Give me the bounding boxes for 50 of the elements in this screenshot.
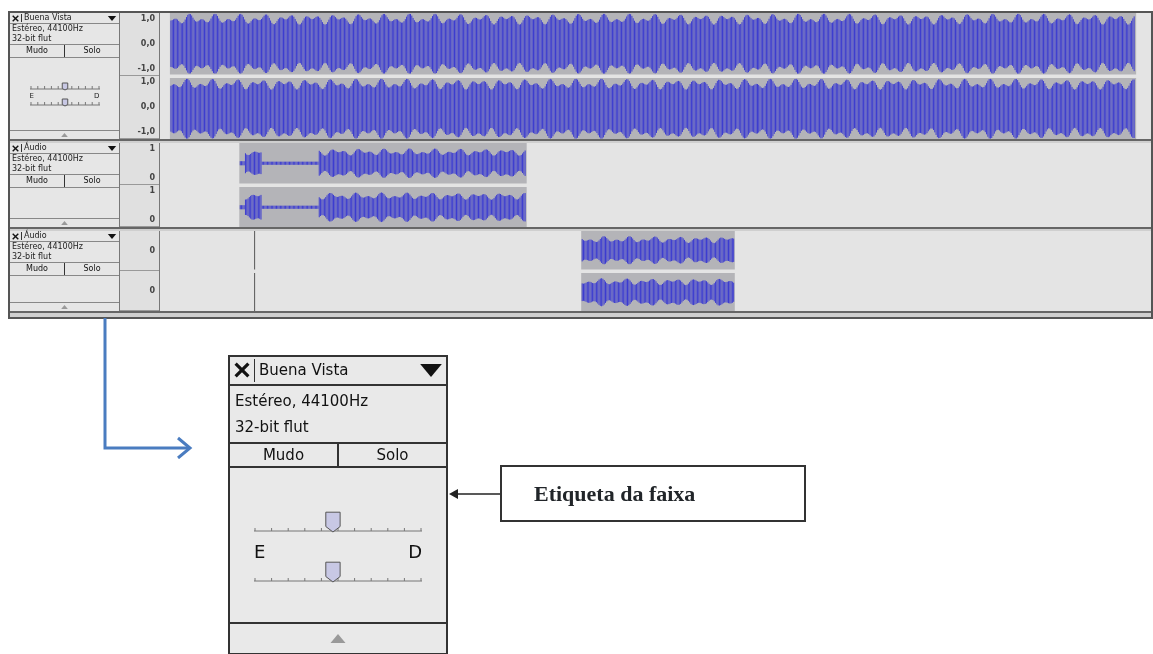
track-format: Estéreo, 44100Hz xyxy=(12,155,84,163)
slider-thumb[interactable] xyxy=(61,82,68,91)
scale-label: 1,0 xyxy=(140,13,155,25)
pointer-arrow xyxy=(449,488,501,500)
track-bit-depth: 32-bit flut xyxy=(12,165,53,173)
pan-right-label: D xyxy=(408,542,422,561)
gain-slider[interactable] xyxy=(29,80,100,91)
track-bit-depth: 32-bit flut xyxy=(12,253,53,261)
track-name[interactable]: Buena Vista xyxy=(21,14,105,22)
pan-left-label: E xyxy=(254,542,266,561)
collapse-arrow-icon[interactable] xyxy=(329,634,347,643)
close-icon[interactable] xyxy=(12,14,19,22)
track-bit-depth: 32-bit flut xyxy=(235,416,310,438)
annotation-label: Etiqueta da faixa xyxy=(500,465,806,522)
close-icon[interactable] xyxy=(234,362,250,379)
audio-clip[interactable] xyxy=(169,13,1137,75)
collapse-arrow-icon[interactable] xyxy=(61,133,68,137)
scale-label: 0 xyxy=(149,284,155,297)
track-format: Estéreo, 44100Hz xyxy=(235,390,370,412)
slider-thumb[interactable] xyxy=(325,511,341,533)
track-name[interactable]: Buena Vista xyxy=(254,359,416,382)
pan-slider[interactable] xyxy=(29,96,100,107)
scale-label: 0,0 xyxy=(140,38,155,50)
dropdown-caret-icon[interactable] xyxy=(420,363,442,377)
slider-thumb[interactable] xyxy=(61,98,68,107)
track-format: Estéreo, 44100Hz xyxy=(12,243,84,251)
scale-label: 0 xyxy=(149,214,155,226)
collapse-arrow-icon[interactable] xyxy=(61,305,68,309)
track-bit-depth: 32-bit flut xyxy=(12,35,53,43)
scale-label: 0 xyxy=(149,172,155,184)
scale-label: 1 xyxy=(149,185,155,197)
audio-clip[interactable] xyxy=(581,231,735,270)
audio-clip[interactable] xyxy=(581,272,735,311)
audio-clip[interactable] xyxy=(239,143,527,184)
scale-label: -1,0 xyxy=(137,63,155,75)
scale-label: 1,0 xyxy=(140,76,155,88)
audio-clip[interactable] xyxy=(239,186,527,227)
dropdown-caret-icon[interactable] xyxy=(107,233,117,239)
scale-label: 1 xyxy=(149,143,155,155)
collapse-arrow-icon[interactable] xyxy=(61,221,68,225)
close-icon[interactable] xyxy=(12,232,19,240)
track-format: Estéreo, 44100Hz xyxy=(12,25,84,33)
slider-thumb[interactable] xyxy=(325,561,341,583)
scale-label: 0,0 xyxy=(140,101,155,113)
dropdown-caret-icon[interactable] xyxy=(107,145,117,151)
scale-label: -1,0 xyxy=(137,126,155,138)
audio-clip[interactable] xyxy=(169,77,1137,139)
dropdown-caret-icon[interactable] xyxy=(107,15,117,21)
close-icon[interactable] xyxy=(12,144,19,152)
scale-label: 0 xyxy=(149,244,155,257)
